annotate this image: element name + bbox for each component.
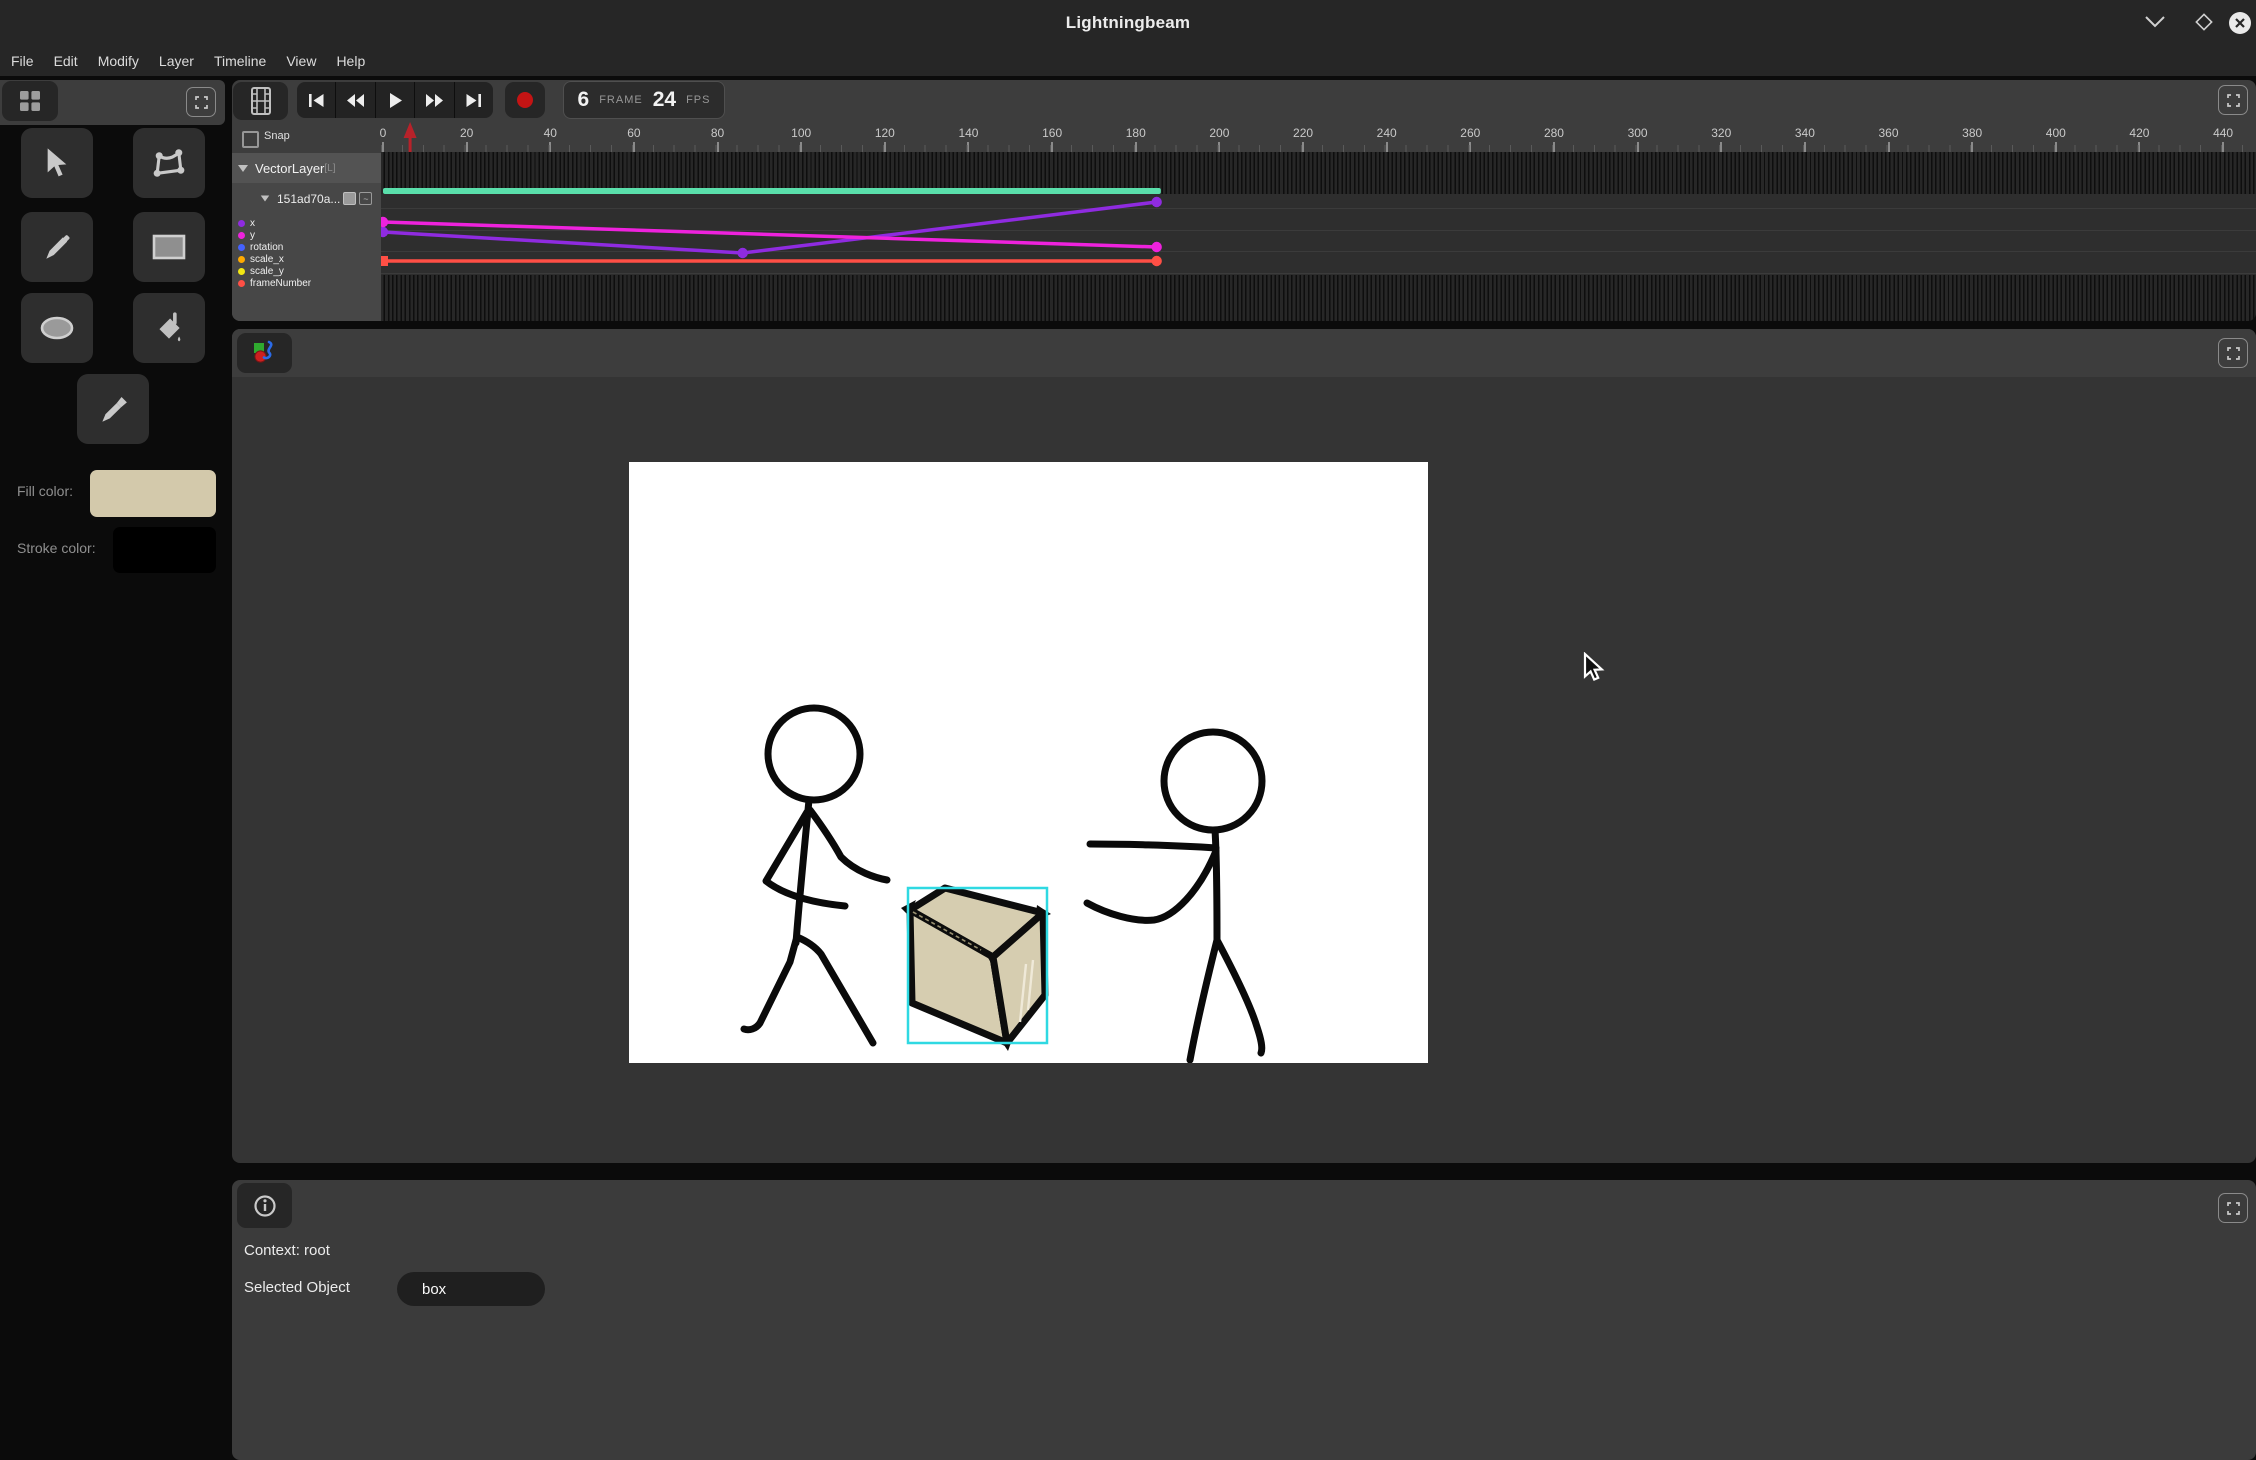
eyedropper-tool-button[interactable] bbox=[77, 374, 149, 444]
curve-handle-frameNumber[interactable] bbox=[1151, 256, 1161, 266]
stick-figure-right[interactable] bbox=[1087, 732, 1262, 1060]
curve-y[interactable] bbox=[383, 222, 1157, 247]
layer-badge: [L] bbox=[324, 163, 335, 174]
menu-edit[interactable]: Edit bbox=[54, 53, 78, 69]
property-list: xyrotationscale_xscale_yframeNumber bbox=[238, 217, 378, 289]
stage-drawing bbox=[629, 462, 1428, 1063]
shapes-icon bbox=[252, 340, 278, 366]
selected-object-value: box bbox=[422, 1281, 446, 1298]
toolbox-expand-button[interactable] bbox=[186, 87, 216, 117]
animation-curves[interactable] bbox=[232, 80, 2256, 321]
property-label: scale_y bbox=[250, 266, 284, 277]
expand-icon bbox=[2227, 1202, 2240, 1215]
stick-figure-left[interactable] bbox=[744, 708, 887, 1043]
menu-layer[interactable]: Layer bbox=[159, 53, 194, 69]
transform-icon bbox=[152, 147, 186, 179]
expand-icon bbox=[2227, 347, 2240, 360]
property-label: frameNumber bbox=[250, 278, 311, 289]
pencil-icon bbox=[41, 231, 73, 263]
object-id: 151ad70a... bbox=[277, 192, 340, 206]
property-color-dot bbox=[238, 268, 245, 275]
fill-color-label: Fill color: bbox=[17, 483, 73, 499]
property-label: rotation bbox=[250, 242, 283, 253]
curve-handle-y[interactable] bbox=[1151, 242, 1161, 252]
info-icon bbox=[253, 1194, 277, 1218]
menu-view[interactable]: View bbox=[286, 53, 316, 69]
artboard[interactable] bbox=[629, 462, 1428, 1063]
layer-extent-bar[interactable] bbox=[383, 188, 1161, 194]
menu-timeline[interactable]: Timeline bbox=[214, 53, 266, 69]
property-label: y bbox=[250, 230, 255, 241]
pencil-tool-button[interactable] bbox=[21, 212, 93, 282]
object-tilde-button[interactable]: ~ bbox=[359, 192, 372, 205]
menu-file[interactable]: File bbox=[11, 53, 34, 69]
info-button[interactable] bbox=[237, 1183, 292, 1228]
info-expand-button[interactable] bbox=[2218, 1193, 2248, 1223]
grid-menu-button[interactable] bbox=[2, 81, 58, 121]
stage-header bbox=[232, 329, 2256, 377]
select-tool-button[interactable] bbox=[21, 128, 93, 198]
grid-icon bbox=[19, 90, 41, 112]
info-panel: Context: root Selected Object box bbox=[232, 1180, 2256, 1460]
minimize-icon[interactable] bbox=[2142, 11, 2168, 33]
context-text: Context: root bbox=[244, 1242, 330, 1259]
selected-object-label: Selected Object bbox=[244, 1279, 350, 1296]
box-object[interactable] bbox=[901, 888, 1051, 1051]
eyedropper-icon bbox=[97, 393, 129, 425]
paint-bucket-icon bbox=[153, 311, 185, 345]
paint-bucket-tool-button[interactable] bbox=[133, 293, 205, 363]
property-color-dot bbox=[238, 232, 245, 239]
close-icon[interactable] bbox=[2228, 11, 2252, 35]
property-row-scale_x[interactable]: scale_x bbox=[238, 253, 378, 265]
stage-expand-button[interactable] bbox=[2218, 338, 2248, 368]
property-label: scale_x bbox=[250, 254, 284, 265]
property-color-dot bbox=[238, 280, 245, 287]
maximize-icon[interactable] bbox=[2192, 11, 2216, 33]
property-row-rotation[interactable]: rotation bbox=[238, 241, 378, 253]
layer-name: VectorLayer bbox=[255, 161, 324, 176]
menu-bar: File Edit Modify Layer Timeline View Help bbox=[0, 45, 2256, 78]
stroke-color-label: Stroke color: bbox=[17, 540, 96, 556]
property-color-dot bbox=[238, 256, 245, 263]
shapes-button[interactable] bbox=[237, 333, 292, 373]
property-label: x bbox=[250, 218, 255, 229]
menu-help[interactable]: Help bbox=[336, 53, 365, 69]
property-row-scale_y[interactable]: scale_y bbox=[238, 265, 378, 277]
rectangle-tool-button[interactable] bbox=[133, 212, 205, 282]
selected-object-field[interactable]: box bbox=[397, 1272, 545, 1306]
property-row-y[interactable]: y bbox=[238, 229, 378, 241]
layer-row-vectorlayer[interactable]: VectorLayer [L] bbox=[232, 153, 381, 183]
menu-modify[interactable]: Modify bbox=[98, 53, 139, 69]
playhead-arrow[interactable] bbox=[404, 122, 417, 138]
property-row-x[interactable]: x bbox=[238, 217, 378, 229]
collapse-arrow-icon[interactable] bbox=[238, 165, 248, 172]
timeline-panel: 6 FRAME 24 FPS Snap 02040608010012014016… bbox=[232, 80, 2256, 321]
transform-tool-button[interactable] bbox=[133, 128, 205, 198]
fill-color-swatch[interactable] bbox=[90, 470, 216, 517]
collapse-arrow-icon[interactable] bbox=[261, 196, 270, 202]
curve-handle-x[interactable] bbox=[1151, 197, 1161, 207]
ellipse-tool-button[interactable] bbox=[21, 293, 93, 363]
title-bar: Lightningbeam bbox=[0, 0, 2256, 45]
property-color-dot bbox=[238, 244, 245, 251]
stage-panel bbox=[232, 329, 2256, 1163]
property-color-dot bbox=[238, 220, 245, 227]
window-title: Lightningbeam bbox=[1066, 13, 1190, 33]
mouse-cursor bbox=[1583, 652, 1609, 682]
cursor-icon bbox=[42, 147, 72, 179]
object-visibility-button[interactable] bbox=[343, 192, 356, 205]
expand-icon bbox=[195, 96, 208, 109]
curve-handle-x[interactable] bbox=[737, 248, 747, 258]
stroke-color-swatch[interactable] bbox=[113, 527, 216, 573]
property-row-frameNumber[interactable]: frameNumber bbox=[238, 277, 378, 289]
layer-panel: VectorLayer [L] 151ad70a... ~ xyrotation… bbox=[232, 153, 381, 321]
rectangle-icon bbox=[152, 234, 186, 260]
ellipse-icon bbox=[39, 315, 75, 341]
object-row[interactable]: 151ad70a... ~ bbox=[232, 187, 381, 210]
